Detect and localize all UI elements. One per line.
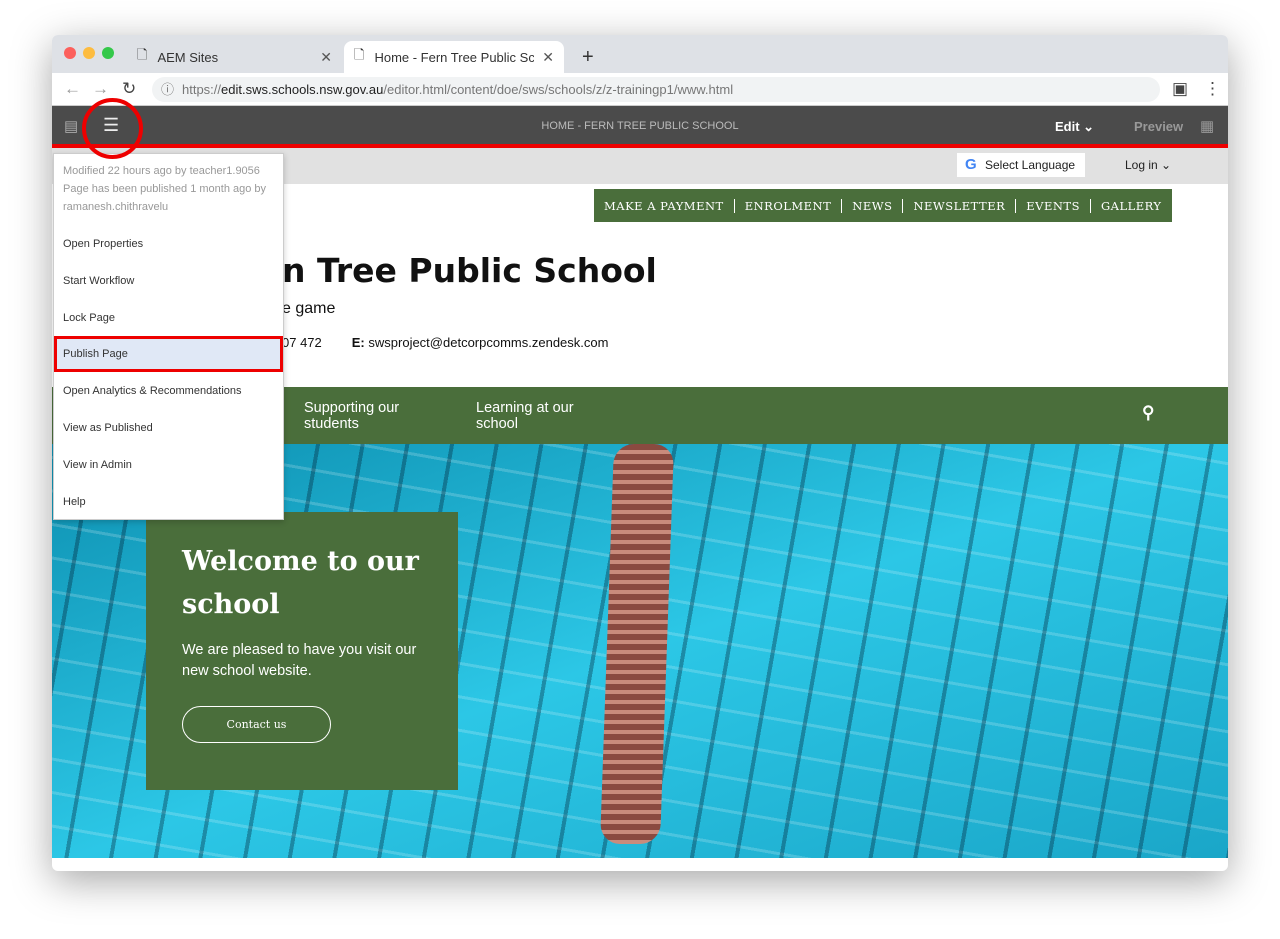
modified-info: Modified 22 hours ago by teacher1.9056 bbox=[63, 165, 260, 177]
menu-help[interactable]: Help bbox=[54, 484, 283, 520]
tab-label: AEM Sites bbox=[157, 49, 219, 65]
new-tab-button[interactable]: + bbox=[572, 41, 604, 73]
welcome-text: We are pleased to have you visit our new… bbox=[182, 642, 417, 679]
nav-learning[interactable]: Learning at our school bbox=[476, 400, 596, 432]
tab-bar: 🗋 AEM Sites ✕ 🗋 Home - Fern Tree Public Sch… bbox=[52, 35, 1228, 73]
tab-home[interactable]: 🗋 Home - Fern Tree Public Schoo ✕ bbox=[344, 41, 564, 73]
top-navigation: MAKE A PAYMENT ENROLMENT NEWS NEWSLETTER… bbox=[594, 189, 1172, 222]
edit-label: Edit bbox=[1055, 119, 1080, 134]
aem-toolbar: ▤ ☰ HOME - FERN TREE PUBLIC SCHOOL Edit … bbox=[52, 106, 1228, 148]
google-icon: G bbox=[965, 156, 977, 173]
url-prefix: https:// bbox=[182, 82, 222, 97]
nav-newsletter[interactable]: NEWSLETTER bbox=[902, 198, 1015, 213]
edit-mode-dropdown[interactable]: Edit ⌄ bbox=[1055, 119, 1094, 135]
email-link[interactable]: swsproject@detcorpcomms.zendesk.com bbox=[368, 335, 608, 350]
url-path: /editor.html/content/doe/sws/schools/z/z… bbox=[383, 82, 734, 97]
minimize-window-button[interactable] bbox=[83, 47, 95, 59]
more-menu-icon[interactable]: ⋮ bbox=[1204, 79, 1221, 99]
browser-window: 🗋 AEM Sites ✕ 🗋 Home - Fern Tree Public Sch… bbox=[52, 35, 1228, 871]
info-icon: ⓘ bbox=[161, 82, 175, 97]
tab-aem-sites[interactable]: 🗋 AEM Sites ✕ bbox=[127, 41, 342, 73]
close-tab-icon[interactable]: ✕ bbox=[542, 49, 554, 66]
login-label: Log in bbox=[1125, 158, 1158, 172]
select-language-dropdown[interactable]: GSelect Language ⌄ bbox=[957, 153, 1085, 196]
email-label: E: bbox=[351, 335, 365, 350]
published-by: ramanesh.chithravelu bbox=[63, 201, 169, 213]
page-icon: 🗋 bbox=[137, 47, 148, 62]
forward-icon[interactable]: → bbox=[92, 79, 109, 99]
page-meta: Modified 22 hours ago by teacher1.9056 P… bbox=[54, 154, 283, 224]
contact-info: 07 472 E: swsproject@detcorpcomms.zendesk… bbox=[282, 335, 608, 350]
address-bar-row: ← → ↻ ⓘ https://edit.sws.schools.nsw.gov.… bbox=[52, 73, 1228, 106]
reload-icon[interactable]: ↻ bbox=[122, 79, 136, 99]
back-icon[interactable]: ← bbox=[64, 79, 81, 99]
preview-button[interactable]: Preview bbox=[1134, 119, 1183, 134]
menu-publish-page[interactable]: Publish Page bbox=[54, 336, 283, 372]
menu-open-analytics[interactable]: Open Analytics & Recommendations bbox=[54, 373, 283, 409]
menu-view-in-admin[interactable]: View in Admin bbox=[54, 447, 283, 483]
annotations-icon[interactable]: ▦ bbox=[1200, 117, 1214, 135]
tab-label: Home - Fern Tree Public Schoo bbox=[374, 49, 535, 65]
nav-enrolment[interactable]: ENROLMENT bbox=[733, 198, 842, 213]
welcome-heading: Welcome to our school bbox=[182, 546, 419, 620]
page-title: HOME - FERN TREE PUBLIC SCHOOL bbox=[541, 120, 739, 132]
nav-make-a-payment[interactable]: MAKE A PAYMENT bbox=[594, 199, 734, 213]
menu-lock-page[interactable]: Lock Page bbox=[54, 300, 283, 336]
menu-view-as-published[interactable]: View as Published bbox=[54, 410, 283, 446]
nav-events[interactable]: EVENTS bbox=[1015, 198, 1090, 213]
page-information-menu: Modified 22 hours ago by teacher1.9056 P… bbox=[53, 153, 284, 520]
nav-gallery[interactable]: GALLERY bbox=[1089, 198, 1172, 213]
search-icon[interactable]: ⚲ bbox=[1142, 404, 1154, 421]
published-info: Page has been published 1 month ago by bbox=[63, 183, 267, 195]
menu-open-properties[interactable]: Open Properties bbox=[54, 226, 283, 262]
close-tab-icon[interactable]: ✕ bbox=[320, 49, 332, 66]
contact-us-button[interactable]: Contact us bbox=[182, 706, 331, 743]
nav-news[interactable]: NEWS bbox=[841, 198, 902, 213]
login-dropdown[interactable]: Log in ⌄ bbox=[1125, 158, 1171, 172]
select-language-label: Select Language bbox=[985, 158, 1076, 172]
welcome-panel: Welcome to our school We are pleased to … bbox=[146, 512, 458, 790]
lane-rope bbox=[600, 444, 674, 844]
url-input[interactable]: ⓘ https://edit.sws.schools.nsw.gov.au/edi… bbox=[152, 77, 1160, 102]
highlight-circle bbox=[82, 98, 143, 159]
school-motto: e game bbox=[282, 300, 336, 317]
extension-icon[interactable]: ▣ bbox=[1172, 79, 1188, 99]
school-name: n Tree Public School bbox=[282, 251, 657, 290]
phone: 07 472 bbox=[282, 335, 322, 350]
nav-supporting-students[interactable]: Supporting our students bbox=[304, 400, 424, 432]
url-host: edit.sws.schools.nsw.gov.au bbox=[221, 82, 384, 97]
page-icon: 🗋 bbox=[354, 47, 365, 62]
zoom-window-button[interactable] bbox=[102, 47, 114, 59]
menu-start-workflow[interactable]: Start Workflow bbox=[54, 263, 283, 299]
close-window-button[interactable] bbox=[64, 47, 76, 59]
